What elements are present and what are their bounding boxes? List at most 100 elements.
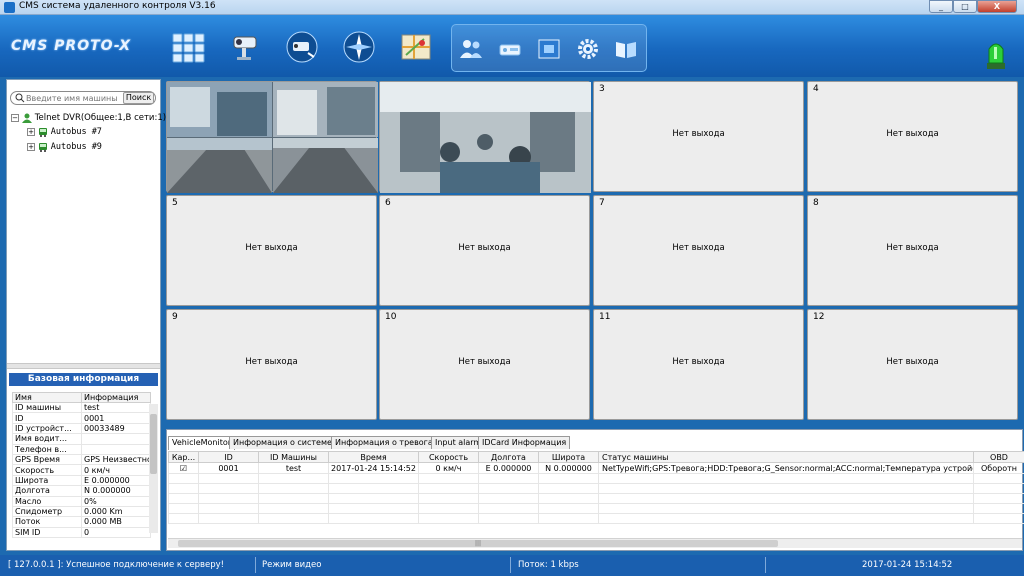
col-value-header[interactable]: Информация — [81, 392, 151, 403]
column-header[interactable]: Статус машины — [598, 451, 974, 463]
tree-root-label: Telnet DVR(Общее:1,В сети:1) — [34, 113, 167, 123]
tab-system-info[interactable]: Информация о системе — [229, 436, 336, 449]
row-obd: Оборотн — [973, 462, 1024, 474]
status-bar: [ 127.0.0.1 ]: Успешное подключение к се… — [0, 555, 1024, 576]
column-header[interactable]: Время — [328, 451, 419, 463]
info-row[interactable]: Скорость 0 км/ч — [12, 464, 151, 476]
info-row[interactable]: GPS Время GPS Неизвестно — [12, 453, 151, 466]
scroll-thumb[interactable] — [150, 414, 157, 474]
video-channel-6[interactable]: 6 Нет выхода — [379, 195, 590, 306]
info-row[interactable]: ID 0001 — [12, 412, 151, 424]
table-row[interactable]: ☑ 0001 test 2017-01-24 15:14:52 0 км/ч E… — [168, 462, 1024, 474]
channel-number: 9 — [172, 312, 178, 322]
camera-feed-image — [167, 82, 378, 193]
info-value: 0 — [81, 526, 151, 539]
info-row[interactable]: SIM ID 0 — [12, 526, 151, 539]
column-header[interactable]: ID — [198, 451, 259, 463]
row-checkbox[interactable]: ☑ — [168, 462, 199, 474]
left-panel: Поиск − Telnet DVR(Общее:1,В сети:1) + A… — [6, 79, 166, 551]
info-value: 0.000 MB — [81, 516, 151, 528]
column-header[interactable]: ID Машины — [258, 451, 329, 463]
status-mode: Режим видео — [262, 560, 322, 570]
map-icon[interactable] — [398, 29, 434, 65]
video-channel-9[interactable]: 9 Нет выхода — [166, 309, 377, 420]
tab-idcard-info[interactable]: IDCard Информация — [478, 436, 571, 449]
column-header[interactable]: Скорость — [418, 451, 479, 463]
info-row[interactable]: Имя водит... — [12, 433, 151, 445]
info-panel-title: Базовая информация — [9, 373, 158, 386]
info-scrollbar[interactable] — [149, 404, 158, 533]
collapse-icon[interactable]: − — [11, 114, 19, 122]
video-channel-3[interactable]: 3 Нет выхода — [593, 81, 804, 192]
row-latitude: N 0.000000 — [538, 462, 599, 474]
alarm-light-icon[interactable] — [984, 35, 1008, 71]
video-channel-11[interactable]: 11 Нет выхода — [593, 309, 804, 420]
info-key: ID устройст... — [12, 422, 82, 435]
no-output-label: Нет выхода — [886, 129, 939, 139]
scroll-thumb[interactable]: ||| — [178, 540, 778, 547]
close-button[interactable]: X — [977, 0, 1017, 13]
info-row[interactable]: Поток 0.000 MB — [12, 516, 151, 528]
users-icon[interactable] — [458, 36, 484, 62]
app-icon — [4, 2, 15, 13]
camera-feed-image — [380, 82, 591, 193]
row-vehicle-id: test — [258, 462, 329, 474]
info-row[interactable]: Спидометр 0.000 Km — [12, 505, 151, 518]
video-channel-2[interactable] — [379, 81, 591, 193]
column-header[interactable]: Кар... — [168, 451, 199, 463]
video-channel-7[interactable]: 7 Нет выхода — [593, 195, 804, 306]
info-key: GPS Время — [12, 453, 82, 466]
tree-item-autobus-9[interactable]: + Autobus #9 — [27, 142, 102, 153]
info-row[interactable]: Телефон в... — [12, 443, 151, 455]
col-name-header[interactable]: Имя — [12, 392, 82, 403]
compass-icon[interactable] — [341, 29, 377, 65]
settings-gear-icon[interactable] — [575, 36, 601, 62]
info-table: Имя Информация ID машины test ID 0001 ID устр… — [12, 392, 151, 539]
video-channel-4[interactable]: 4 Нет выхода — [807, 81, 1018, 192]
tree-item-autobus-7[interactable]: + Autobus #7 — [27, 127, 102, 138]
vehicle-monitor-table: Кар... ID ID Машины Время Скорость Долгота Шир… — [168, 451, 1024, 524]
info-value: E 0.000000 — [81, 474, 151, 487]
manual-book-icon[interactable] — [613, 36, 639, 62]
grid-view-icon[interactable] — [170, 29, 206, 65]
tab-alarm-info[interactable]: Информация о тревогах — [331, 436, 442, 449]
app-window: CMS система удаленного контроля V3.16 _ … — [0, 0, 1024, 576]
no-output-label: Нет выхода — [672, 357, 725, 367]
info-row[interactable]: ID машины test — [12, 401, 151, 414]
window-title: CMS система удаленного контроля V3.16 — [19, 1, 216, 11]
video-channel-1[interactable] — [166, 81, 378, 193]
layout-icon[interactable] — [536, 36, 562, 62]
info-row[interactable]: Широта E 0.000000 — [12, 474, 151, 487]
column-header[interactable]: Широта — [538, 451, 599, 463]
playback-camera-icon[interactable] — [284, 29, 320, 65]
info-key: ID — [12, 412, 82, 424]
no-output-label: Нет выхода — [672, 243, 725, 253]
horizontal-scrollbar[interactable]: ||| — [168, 538, 1022, 548]
minimize-button[interactable]: _ — [929, 0, 953, 13]
info-key: Широта — [12, 474, 82, 487]
search-button[interactable]: Поиск — [123, 92, 154, 104]
video-channel-8[interactable]: 8 Нет выхода — [807, 195, 1018, 306]
video-channel-5[interactable]: 5 Нет выхода — [166, 195, 377, 306]
video-channel-12[interactable]: 12 Нет выхода — [807, 309, 1018, 420]
info-key: Имя водит... — [12, 433, 82, 445]
device-icon[interactable] — [497, 36, 523, 62]
expand-icon[interactable]: + — [27, 143, 35, 151]
info-row[interactable]: Долгота N 0.000000 — [12, 485, 151, 497]
video-channel-10[interactable]: 10 Нет выхода — [379, 309, 590, 420]
maximize-button[interactable]: □ — [953, 0, 977, 13]
tree-root[interactable]: − Telnet DVR(Общее:1,В сети:1) — [11, 113, 166, 124]
column-header[interactable]: Долгота — [478, 451, 539, 463]
info-row[interactable]: Масло 0% — [12, 495, 151, 507]
expand-icon[interactable]: + — [27, 128, 35, 136]
bus-icon — [38, 143, 47, 152]
status-flow: Поток: 1 kbps — [518, 560, 579, 570]
panel-splitter[interactable] — [7, 363, 160, 369]
bus-icon — [38, 128, 47, 137]
column-header[interactable]: OBD — [973, 451, 1024, 463]
tab-vehicle-monitor[interactable]: VehicleMonitor — [168, 436, 236, 450]
search-input[interactable] — [26, 93, 123, 103]
info-key: Долгота — [12, 485, 82, 497]
camera-icon[interactable] — [228, 29, 264, 65]
info-row[interactable]: ID устройст... 00033489 — [12, 422, 151, 435]
